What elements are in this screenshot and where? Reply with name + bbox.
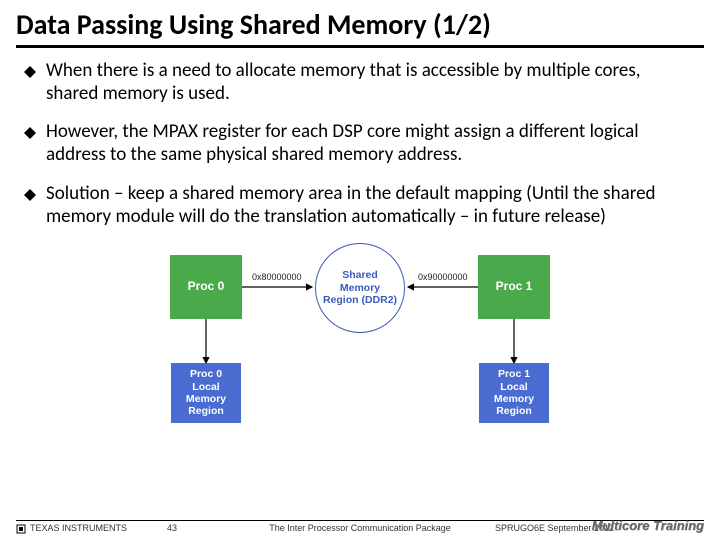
addr0-label: 0x80000000 (252, 273, 302, 282)
bullet-text: Solution – keep a shared memory area in … (46, 183, 696, 229)
proc0-local-box: Proc 0 Local Memory Region (171, 363, 241, 423)
bullet-item: However, the MPAX register for each DSP … (24, 121, 696, 167)
proc1-box: Proc 1 (478, 255, 550, 319)
bullet-list: When there is a need to allocate memory … (16, 60, 704, 229)
vendor-logo: TEXAS INSTRUMENTS (16, 523, 127, 534)
diamond-bullet-icon (24, 127, 36, 139)
diamond-bullet-icon (24, 66, 36, 78)
bullet-text: However, the MPAX register for each DSP … (46, 121, 696, 167)
addr1-label: 0x90000000 (418, 273, 468, 282)
shared-region-circle: Shared Memory Region (DDR2) (315, 243, 405, 333)
bullet-item: Solution – keep a shared memory area in … (24, 183, 696, 229)
memory-diagram: Proc 0 Proc 1 Shared Memory Region (DDR2… (140, 245, 580, 445)
proc1-local-box: Proc 1 Local Memory Region (479, 363, 549, 423)
diamond-bullet-icon (24, 189, 36, 201)
vendor-text: TEXAS INSTRUMENTS (30, 523, 127, 534)
proc0-box: Proc 0 (170, 255, 242, 319)
slide: Data Passing Using Shared Memory (1/2) W… (0, 0, 720, 540)
package-title: The Inter Processor Communication Packag… (269, 523, 451, 534)
bullet-text: When there is a need to allocate memory … (46, 60, 696, 106)
slide-title: Data Passing Using Shared Memory (1/2) (16, 10, 704, 48)
bullet-item: When there is a need to allocate memory … (24, 60, 696, 106)
page-number: 43 (167, 523, 177, 534)
brand-watermark: Multicore Training (592, 519, 704, 532)
ti-chip-icon (16, 524, 26, 534)
